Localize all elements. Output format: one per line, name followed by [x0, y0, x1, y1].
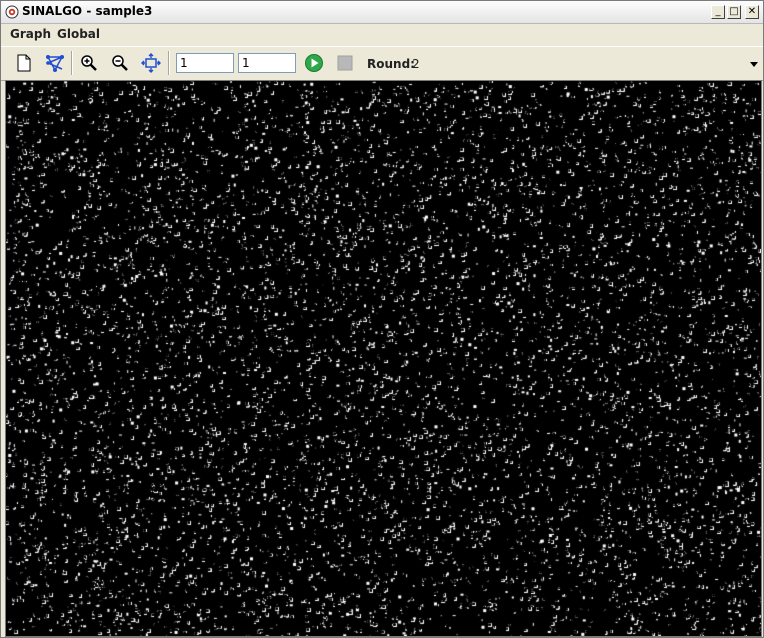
minimize-button[interactable]: _ [711, 5, 725, 19]
menu-bar: Graph Global [1, 24, 763, 46]
toolbar-separator [168, 51, 170, 75]
rounds-to-perform-input[interactable] [176, 53, 234, 73]
stop-button[interactable] [334, 52, 356, 74]
graph-connectivity-icon [46, 55, 64, 72]
toolbar: Round: 2 [1, 46, 763, 81]
app-window: SINALGO - sample3 _ □ ✕ Graph Global 1 1… [0, 0, 764, 638]
zoom-to-fit-button[interactable] [140, 52, 162, 74]
menu-global[interactable]: Global [57, 27, 100, 41]
refresh-rate-input[interactable] [238, 53, 296, 73]
maximize-button[interactable]: □ [727, 5, 741, 19]
graph-canvas-panel[interactable] [5, 80, 762, 637]
new-button[interactable] [13, 52, 35, 74]
round-value: 2 [412, 57, 420, 71]
run-play-icon [305, 54, 323, 72]
graph-canvas[interactable] [6, 81, 761, 636]
window-title: SINALGO - sample3 [22, 4, 153, 18]
zoom-out-button[interactable] [109, 52, 131, 74]
chevron-down-icon[interactable] [749, 59, 759, 69]
run-button[interactable] [303, 52, 325, 74]
zoom-in-icon [81, 55, 97, 71]
stop-icon [337, 55, 353, 71]
zoom-in-button[interactable] [78, 52, 100, 74]
zoom-to-fit-icon [141, 53, 161, 73]
graph-preferences-button[interactable] [44, 52, 66, 74]
close-button[interactable]: ✕ [745, 5, 759, 19]
new-document-icon [17, 54, 31, 72]
round-label: Round: [367, 57, 415, 71]
toolbar-separator [71, 51, 73, 75]
sinalgo-logo-icon [5, 5, 19, 19]
zoom-out-icon [112, 55, 128, 71]
menu-graph[interactable]: Graph [10, 27, 51, 41]
title-bar[interactable]: SINALGO - sample3 _ □ ✕ [1, 1, 763, 24]
